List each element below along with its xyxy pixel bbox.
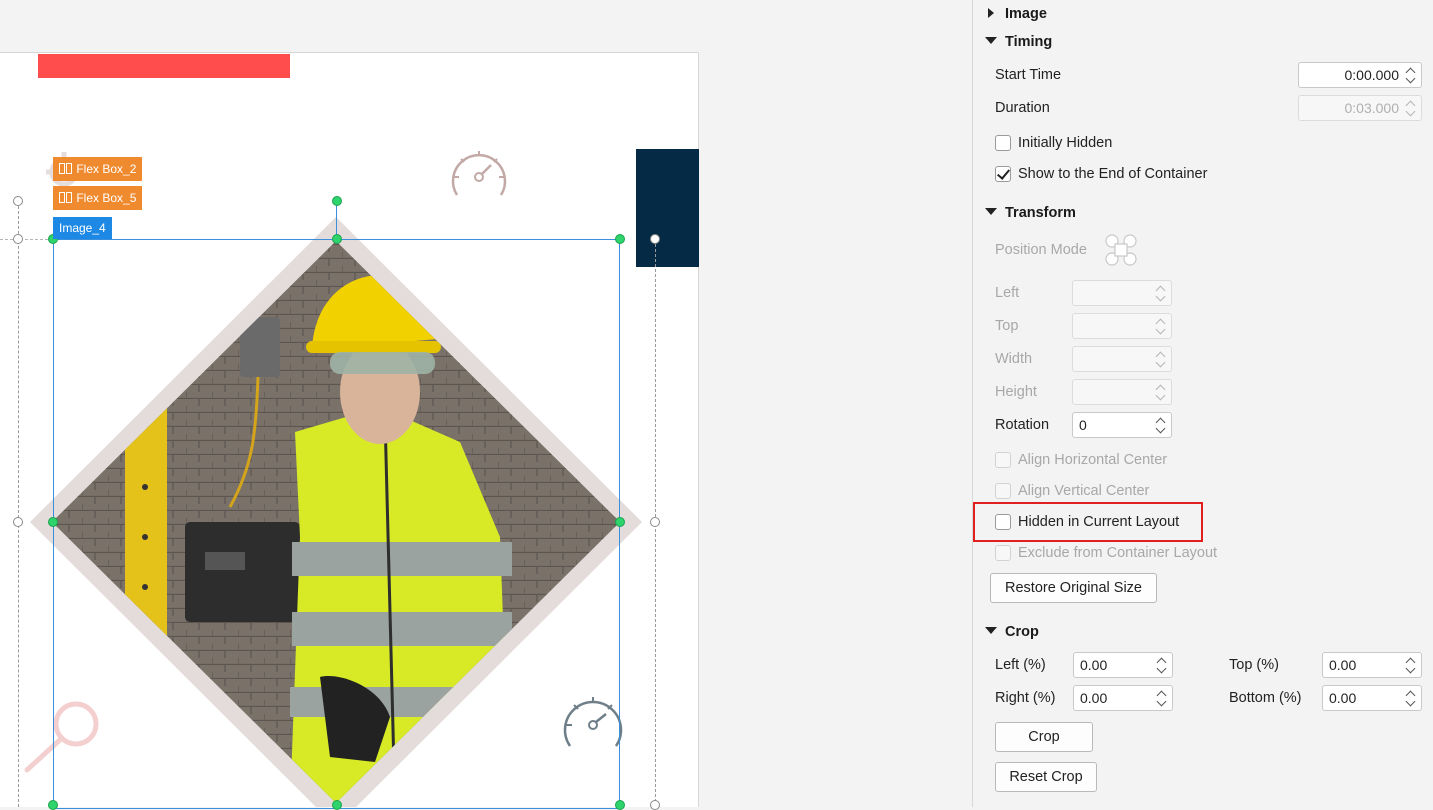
crop-bottom-input[interactable]: 0.00 xyxy=(1322,685,1422,711)
crop-top-label: Top (%) xyxy=(1229,657,1279,673)
height-input[interactable] xyxy=(1072,379,1172,405)
align-vertical-label: Align Vertical Center xyxy=(1018,483,1150,499)
transform-section-header[interactable]: Transform xyxy=(985,205,1076,221)
image-4-tag[interactable]: Image_4 xyxy=(53,217,112,239)
crop-button[interactable]: Crop xyxy=(995,722,1093,752)
expanded-arrow-icon xyxy=(985,627,997,634)
rotation-label: Rotation xyxy=(995,417,1050,433)
width-input[interactable] xyxy=(1072,346,1172,372)
timing-section-header[interactable]: Timing xyxy=(985,34,1052,50)
height-label: Height xyxy=(995,384,1037,400)
container-handle[interactable] xyxy=(13,196,23,206)
crop-left-label: Left (%) xyxy=(995,657,1046,673)
resize-handle-bottom[interactable] xyxy=(332,800,342,810)
rotate-handle[interactable] xyxy=(332,196,342,206)
crop-section-header[interactable]: Crop xyxy=(985,624,1039,640)
spinner-arrows-icon[interactable] xyxy=(1155,349,1167,369)
align-vertical-checkbox[interactable] xyxy=(995,483,1011,499)
guide-line-left xyxy=(18,201,19,807)
properties-panel: Image Timing Start Time 0:00.000 Duratio… xyxy=(972,0,1433,807)
exclude-layout-label: Exclude from Container Layout xyxy=(1018,545,1218,561)
top-label: Top xyxy=(995,318,1019,334)
collapsed-arrow-icon xyxy=(988,8,994,18)
crop-top-input[interactable]: 0.00 xyxy=(1322,652,1422,678)
left-input[interactable] xyxy=(1072,280,1172,306)
container-handle[interactable] xyxy=(650,517,660,527)
expanded-arrow-icon xyxy=(985,208,997,215)
checkmark-icon xyxy=(996,166,1011,180)
flex-box-5-tag[interactable]: Flex Box_5 xyxy=(53,186,143,210)
container-handle[interactable] xyxy=(13,517,23,527)
guide-line-top xyxy=(0,239,53,240)
position-mode-label: Position Mode xyxy=(995,242,1087,258)
rotation-input[interactable]: 0 xyxy=(1072,412,1172,438)
gauge-icon xyxy=(451,151,507,196)
spinner-arrows-icon[interactable] xyxy=(1156,655,1168,675)
left-label: Left xyxy=(995,285,1020,301)
container-handle[interactable] xyxy=(13,234,23,244)
show-to-end-checkbox[interactable] xyxy=(995,166,1011,182)
expanded-arrow-icon xyxy=(985,37,997,44)
spinner-arrows-icon[interactable] xyxy=(1405,65,1417,85)
spinner-arrows-icon[interactable] xyxy=(1155,283,1167,303)
navy-block-shape[interactable] xyxy=(636,149,699,267)
flex-box-icon xyxy=(59,163,65,174)
resize-handle-left[interactable] xyxy=(48,517,58,527)
width-label: Width xyxy=(995,351,1033,367)
start-time-input[interactable]: 0:00.000 xyxy=(1298,62,1422,88)
resize-handle-right[interactable] xyxy=(615,517,625,527)
highlight-annotation-box xyxy=(973,502,1203,542)
duration-label: Duration xyxy=(995,100,1050,116)
flex-box-icon xyxy=(59,192,65,203)
exclude-layout-checkbox[interactable] xyxy=(995,545,1011,561)
reset-crop-button[interactable]: Reset Crop xyxy=(995,762,1097,792)
image-section-header[interactable]: Image xyxy=(985,6,1047,22)
resize-handle-top-right[interactable] xyxy=(615,234,625,244)
design-canvas[interactable]: Flex Box_2 Flex Box_5 Image_4 xyxy=(0,0,972,810)
spinner-arrows-icon[interactable] xyxy=(1405,688,1417,708)
crop-left-input[interactable]: 0.00 xyxy=(1073,652,1173,678)
crop-right-input[interactable]: 0.00 xyxy=(1073,685,1173,711)
spinner-arrows-icon[interactable] xyxy=(1405,655,1417,675)
initially-hidden-label: Initially Hidden xyxy=(1018,135,1113,151)
container-handle[interactable] xyxy=(650,234,660,244)
spinner-arrows-icon[interactable] xyxy=(1155,382,1167,402)
flex-box-5-label: Flex Box_5 xyxy=(76,191,137,205)
spinner-arrows-icon[interactable] xyxy=(1156,688,1168,708)
crop-bottom-label: Bottom (%) xyxy=(1229,690,1302,706)
initially-hidden-checkbox[interactable] xyxy=(995,135,1011,151)
resize-handle-bottom-right[interactable] xyxy=(615,800,625,810)
align-horizontal-label: Align Horizontal Center xyxy=(1018,452,1168,468)
spinner-arrows-icon[interactable] xyxy=(1155,316,1167,336)
red-bar-shape[interactable] xyxy=(38,54,290,78)
selection-box[interactable] xyxy=(53,239,620,809)
flex-box-2-tag[interactable]: Flex Box_2 xyxy=(53,157,143,181)
show-to-end-label: Show to the End of Container xyxy=(1018,166,1208,182)
flex-box-2-label: Flex Box_2 xyxy=(76,162,137,176)
start-time-label: Start Time xyxy=(995,67,1062,83)
align-horizontal-checkbox[interactable] xyxy=(995,452,1011,468)
resize-handle-top[interactable] xyxy=(332,234,342,244)
image-4-label: Image_4 xyxy=(59,221,106,235)
duration-input[interactable]: 0:03.000 xyxy=(1298,95,1422,121)
resize-handle-bottom-left[interactable] xyxy=(48,800,58,810)
spinner-arrows-icon[interactable] xyxy=(1405,98,1417,118)
container-handle[interactable] xyxy=(650,800,660,810)
crop-right-label: Right (%) xyxy=(995,690,1056,706)
position-mode-icon[interactable] xyxy=(1102,231,1140,269)
spinner-arrows-icon[interactable] xyxy=(1155,415,1167,435)
top-input[interactable] xyxy=(1072,313,1172,339)
restore-size-button[interactable]: Restore Original Size xyxy=(990,573,1157,603)
